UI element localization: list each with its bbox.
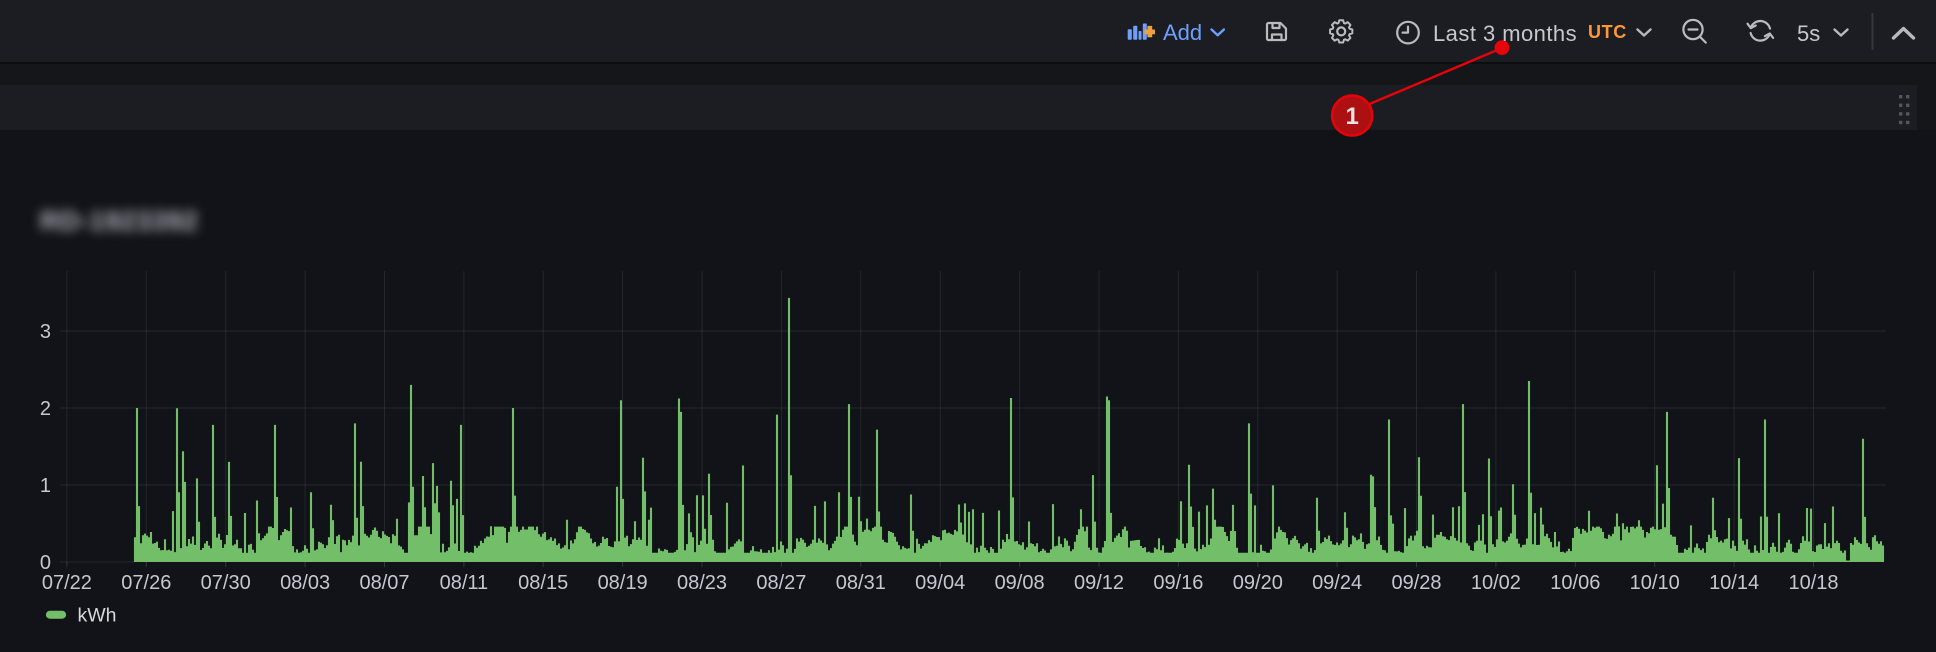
- svg-text:0: 0: [40, 552, 51, 574]
- svg-text:08/27: 08/27: [756, 572, 806, 594]
- svg-text:09/20: 09/20: [1233, 572, 1283, 594]
- svg-text:09/08: 09/08: [995, 572, 1045, 594]
- svg-text:3: 3: [40, 321, 51, 343]
- svg-text:09/16: 09/16: [1153, 572, 1203, 594]
- svg-text:10/18: 10/18: [1788, 572, 1838, 594]
- svg-text:09/12: 09/12: [1074, 572, 1124, 594]
- svg-text:08/07: 08/07: [359, 572, 409, 594]
- svg-text:07/22: 07/22: [42, 572, 92, 594]
- svg-text:09/04: 09/04: [915, 572, 965, 594]
- svg-text:09/24: 09/24: [1312, 572, 1362, 594]
- svg-text:2: 2: [40, 398, 51, 420]
- svg-text:1: 1: [1346, 103, 1359, 130]
- svg-text:08/31: 08/31: [836, 572, 886, 594]
- svg-text:kWh: kWh: [78, 605, 117, 627]
- svg-text:07/26: 07/26: [121, 572, 171, 594]
- svg-text:08/23: 08/23: [677, 572, 727, 594]
- svg-text:10/02: 10/02: [1471, 572, 1521, 594]
- svg-text:08/11: 08/11: [440, 572, 489, 594]
- svg-text:10/10: 10/10: [1630, 572, 1680, 594]
- svg-text:08/19: 08/19: [598, 572, 648, 594]
- svg-text:10/06: 10/06: [1550, 572, 1600, 594]
- svg-text:09/28: 09/28: [1391, 572, 1441, 594]
- svg-text:1: 1: [40, 475, 51, 497]
- svg-text:07/30: 07/30: [201, 572, 251, 594]
- svg-text:10/14: 10/14: [1709, 572, 1759, 594]
- svg-text:08/03: 08/03: [280, 572, 330, 594]
- svg-text:08/15: 08/15: [518, 572, 568, 594]
